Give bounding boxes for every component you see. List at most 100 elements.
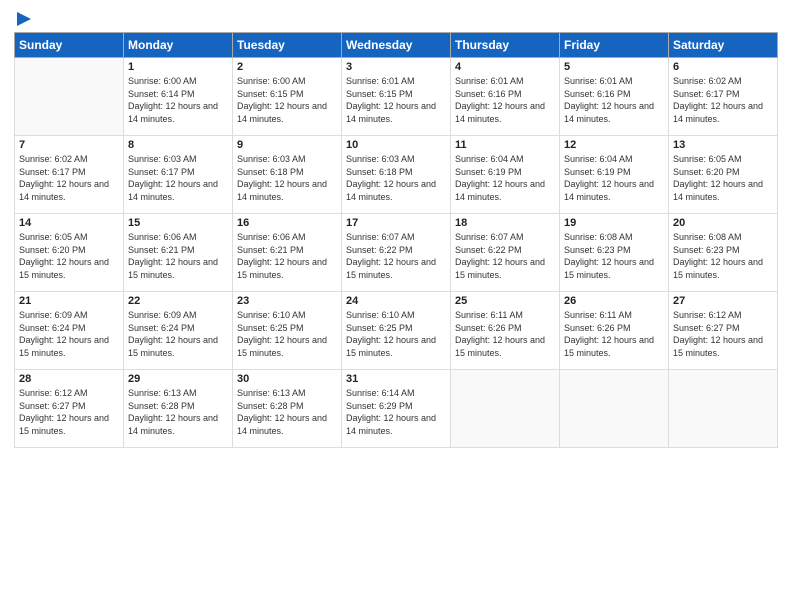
calendar-cell: 4Sunrise: 6:01 AMSunset: 6:16 PMDaylight… [451, 58, 560, 136]
sun-info: Sunrise: 6:03 AMSunset: 6:17 PMDaylight:… [128, 153, 228, 203]
sun-info: Sunrise: 6:09 AMSunset: 6:24 PMDaylight:… [19, 309, 119, 359]
header-day: Monday [124, 33, 233, 58]
sun-info: Sunrise: 6:12 AMSunset: 6:27 PMDaylight:… [673, 309, 773, 359]
sun-info: Sunrise: 6:04 AMSunset: 6:19 PMDaylight:… [564, 153, 664, 203]
calendar-cell: 22 Sunrise: 6:09 AMSunset: 6:24 PMDayligh… [124, 292, 233, 370]
day-number: 23 [237, 295, 337, 307]
sun-info: Sunrise: 6:13 AMSunset: 6:28 PMDaylight:… [128, 387, 228, 437]
sun-info: Sunrise: 6:02 AMSunset: 6:17 PMDaylight:… [19, 153, 119, 203]
calendar-week-row: 7Sunrise: 6:02 AMSunset: 6:17 PMDaylight… [15, 136, 778, 214]
day-number: 21 [19, 295, 119, 307]
calendar-cell: 30Sunrise: 6:13 AMSunset: 6:28 PMDayligh… [233, 370, 342, 448]
sun-info: Sunrise: 6:05 AMSunset: 6:20 PMDaylight:… [19, 231, 119, 281]
calendar-week-row: 1Sunrise: 6:00 AMSunset: 6:14 PMDaylight… [15, 58, 778, 136]
day-number: 4 [455, 61, 555, 73]
calendar-cell: 25 Sunrise: 6:11 AMSunset: 6:26 PMDayligh… [451, 292, 560, 370]
sun-info: Sunrise: 6:02 AMSunset: 6:17 PMDaylight:… [673, 75, 773, 125]
day-number: 15 [128, 217, 228, 229]
calendar-week-row: 14 Sunrise: 6:05 AMSunset: 6:20 PMDayligh… [15, 214, 778, 292]
calendar-cell: 6 Sunrise: 6:02 AMSunset: 6:17 PMDaylight… [669, 58, 778, 136]
header-day: Thursday [451, 33, 560, 58]
day-number: 2 [237, 61, 337, 73]
calendar-cell: 23 Sunrise: 6:10 AMSunset: 6:25 PMDayligh… [233, 292, 342, 370]
sun-info: Sunrise: 6:07 AMSunset: 6:22 PMDaylight:… [455, 231, 555, 281]
calendar-cell: 20Sunrise: 6:08 AMSunset: 6:23 PMDayligh… [669, 214, 778, 292]
calendar-cell: 21 Sunrise: 6:09 AMSunset: 6:24 PMDayligh… [15, 292, 124, 370]
day-number: 6 [673, 61, 773, 73]
header-day: Saturday [669, 33, 778, 58]
day-number: 20 [673, 217, 773, 229]
day-number: 26 [564, 295, 664, 307]
day-number: 11 [455, 139, 555, 151]
day-number: 24 [346, 295, 446, 307]
sun-info: Sunrise: 6:12 AMSunset: 6:27 PMDaylight:… [19, 387, 119, 437]
sun-info: Sunrise: 6:10 AMSunset: 6:25 PMDaylight:… [237, 309, 337, 359]
day-number: 22 [128, 295, 228, 307]
day-number: 17 [346, 217, 446, 229]
calendar-cell: 16 Sunrise: 6:06 AMSunset: 6:21 PMDayligh… [233, 214, 342, 292]
calendar-cell: 19 Sunrise: 6:08 AMSunset: 6:23 PMDayligh… [560, 214, 669, 292]
page-container: SundayMondayTuesdayWednesdayThursdayFrid… [0, 0, 792, 456]
day-number: 12 [564, 139, 664, 151]
day-number: 27 [673, 295, 773, 307]
header-row: SundayMondayTuesdayWednesdayThursdayFrid… [15, 33, 778, 58]
calendar-cell: 3 Sunrise: 6:01 AMSunset: 6:15 PMDaylight… [342, 58, 451, 136]
calendar-week-row: 28 Sunrise: 6:12 AMSunset: 6:27 PMDayligh… [15, 370, 778, 448]
sun-info: Sunrise: 6:11 AMSunset: 6:26 PMDaylight:… [455, 309, 555, 359]
sun-info: Sunrise: 6:06 AMSunset: 6:21 PMDaylight:… [128, 231, 228, 281]
sun-info: Sunrise: 6:08 AMSunset: 6:23 PMDaylight:… [564, 231, 664, 281]
day-number: 18 [455, 217, 555, 229]
calendar-cell: 29 Sunrise: 6:13 AMSunset: 6:28 PMDayligh… [124, 370, 233, 448]
day-number: 3 [346, 61, 446, 73]
day-number: 31 [346, 373, 446, 385]
calendar-week-row: 21 Sunrise: 6:09 AMSunset: 6:24 PMDayligh… [15, 292, 778, 370]
day-number: 28 [19, 373, 119, 385]
sun-info: Sunrise: 6:05 AMSunset: 6:20 PMDaylight:… [673, 153, 773, 203]
sun-info: Sunrise: 6:13 AMSunset: 6:28 PMDaylight:… [237, 387, 337, 437]
calendar-cell: 11 Sunrise: 6:04 AMSunset: 6:19 PMDayligh… [451, 136, 560, 214]
sun-info: Sunrise: 6:10 AMSunset: 6:25 PMDaylight:… [346, 309, 446, 359]
calendar-cell: 14 Sunrise: 6:05 AMSunset: 6:20 PMDayligh… [15, 214, 124, 292]
calendar-cell: 26Sunrise: 6:11 AMSunset: 6:26 PMDayligh… [560, 292, 669, 370]
day-number: 29 [128, 373, 228, 385]
day-number: 9 [237, 139, 337, 151]
sun-info: Sunrise: 6:01 AMSunset: 6:15 PMDaylight:… [346, 75, 446, 125]
sun-info: Sunrise: 6:03 AMSunset: 6:18 PMDaylight:… [237, 153, 337, 203]
calendar-cell: 7Sunrise: 6:02 AMSunset: 6:17 PMDaylight… [15, 136, 124, 214]
day-number: 14 [19, 217, 119, 229]
calendar-cell [451, 370, 560, 448]
day-number: 10 [346, 139, 446, 151]
calendar-cell: 9 Sunrise: 6:03 AMSunset: 6:18 PMDaylight… [233, 136, 342, 214]
calendar-cell: 10 Sunrise: 6:03 AMSunset: 6:18 PMDayligh… [342, 136, 451, 214]
calendar-cell: 18 Sunrise: 6:07 AMSunset: 6:22 PMDayligh… [451, 214, 560, 292]
sun-info: Sunrise: 6:00 AMSunset: 6:15 PMDaylight:… [237, 75, 337, 125]
sun-info: Sunrise: 6:04 AMSunset: 6:19 PMDaylight:… [455, 153, 555, 203]
calendar-cell: 8 Sunrise: 6:03 AMSunset: 6:17 PMDaylight… [124, 136, 233, 214]
sun-info: Sunrise: 6:01 AMSunset: 6:16 PMDaylight:… [564, 75, 664, 125]
logo-flag-icon [15, 10, 33, 28]
sun-info: Sunrise: 6:06 AMSunset: 6:21 PMDaylight:… [237, 231, 337, 281]
day-number: 16 [237, 217, 337, 229]
sun-info: Sunrise: 6:09 AMSunset: 6:24 PMDaylight:… [128, 309, 228, 359]
calendar-cell: 15 Sunrise: 6:06 AMSunset: 6:21 PMDayligh… [124, 214, 233, 292]
calendar-cell: 12 Sunrise: 6:04 AMSunset: 6:19 PMDayligh… [560, 136, 669, 214]
sun-info: Sunrise: 6:00 AMSunset: 6:14 PMDaylight:… [128, 75, 228, 125]
day-number: 19 [564, 217, 664, 229]
calendar-cell: 27 Sunrise: 6:12 AMSunset: 6:27 PMDayligh… [669, 292, 778, 370]
header [14, 10, 778, 24]
calendar-cell: 5Sunrise: 6:01 AMSunset: 6:16 PMDaylight… [560, 58, 669, 136]
sun-info: Sunrise: 6:14 AMSunset: 6:29 PMDaylight:… [346, 387, 446, 437]
calendar-cell: 1Sunrise: 6:00 AMSunset: 6:14 PMDaylight… [124, 58, 233, 136]
day-number: 25 [455, 295, 555, 307]
header-day: Sunday [15, 33, 124, 58]
sun-info: Sunrise: 6:07 AMSunset: 6:22 PMDaylight:… [346, 231, 446, 281]
calendar-cell [560, 370, 669, 448]
sun-info: Sunrise: 6:03 AMSunset: 6:18 PMDaylight:… [346, 153, 446, 203]
day-number: 13 [673, 139, 773, 151]
calendar-cell: 31 Sunrise: 6:14 AMSunset: 6:29 PMDayligh… [342, 370, 451, 448]
logo [14, 10, 33, 24]
calendar-cell: 17 Sunrise: 6:07 AMSunset: 6:22 PMDayligh… [342, 214, 451, 292]
day-number: 8 [128, 139, 228, 151]
header-day: Tuesday [233, 33, 342, 58]
header-day: Friday [560, 33, 669, 58]
